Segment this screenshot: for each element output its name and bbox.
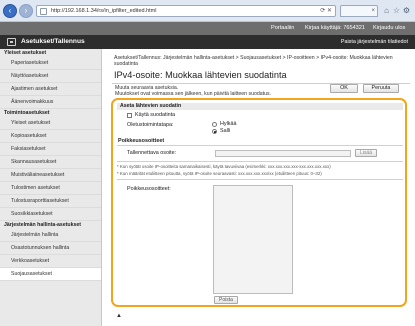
instructions: Muuta seuraavia asetuksia. Muutokset ova… xyxy=(115,85,271,98)
settings-icon xyxy=(7,38,16,46)
portal-link[interactable]: Portaaliin xyxy=(271,25,294,31)
sidebar-item-timer[interactable]: Ajastimen asetukset xyxy=(0,83,101,96)
sidebar-item-report[interactable]: Tulostusraporttiasetukset xyxy=(0,195,101,208)
sidebar-item-printer[interactable]: Tulostimen asetukset xyxy=(0,182,101,195)
allow-radio[interactable] xyxy=(212,129,217,134)
browser-toolbar: ‹ › http://192.168.1.34/rs/in_ipfilter_e… xyxy=(0,0,415,22)
divider xyxy=(117,161,403,162)
sidebar-item-network[interactable]: Verkkoasetukset xyxy=(0,255,101,268)
default-policy-label: Oletustoimintatapa: xyxy=(127,122,174,128)
delete-button[interactable]: Poista xyxy=(214,296,238,304)
sidebar-item-volume[interactable]: Äänenvoimakkuus xyxy=(0,96,101,109)
sidebar-section-general: Yleiset asetukset xyxy=(4,50,47,56)
panel-header: Aseta lähtevien suodatin xyxy=(117,103,403,110)
exception-address-list[interactable] xyxy=(213,185,293,294)
address-label: Tallennettava osoite: xyxy=(127,150,177,156)
enable-filter-label: Käytä suodatinta xyxy=(135,112,176,118)
exceptions-heading: Poikkeusosoitteet xyxy=(118,138,165,144)
refresh-icon[interactable]: ⟳ ✕ xyxy=(320,7,332,14)
cancel-button[interactable]: Peruuta xyxy=(363,84,399,93)
sidebar-item-security[interactable]: Suojausasetukset xyxy=(0,268,101,281)
sidebar-section-functions: Toimintoasetukset xyxy=(4,110,50,116)
logout-link[interactable]: Kirjaudu ulos xyxy=(373,25,405,31)
reject-radio[interactable] xyxy=(212,122,217,127)
sidebar-item-copy[interactable]: Kopioasetukset xyxy=(0,130,101,143)
sidebar-section-system: Järjestelmän hallinta-asetukset xyxy=(4,222,81,228)
breadcrumb: Asetukset/Tallennus: Järjestelmän hallin… xyxy=(114,55,393,68)
home-icon[interactable]: ⌂ xyxy=(382,6,391,15)
sidebar: Yleiset asetukset Paperiasetukset Näyttö… xyxy=(0,49,102,326)
app-header: Asetukset/Tallennus Paista järjestelmän … xyxy=(0,35,415,49)
sidebar-item-favorites[interactable]: Suosikkiasetukset xyxy=(0,208,101,221)
divider xyxy=(117,179,403,180)
sidebar-item-department-id[interactable]: Osastotunnuksen hallinta xyxy=(0,242,101,255)
logged-user-text: Kirjaa käyttäjä: 7654321 xyxy=(305,25,366,31)
sidebar-item-display[interactable]: Näyttöasetukset xyxy=(0,70,101,83)
star-icon[interactable]: ☆ xyxy=(392,6,401,15)
forward-arrow-icon[interactable]: › xyxy=(19,4,33,18)
browser-tab[interactable]: × xyxy=(340,5,378,17)
address-input[interactable] xyxy=(215,150,351,157)
filter-panel: Aseta lähtevien suodatin Käytä suodatint… xyxy=(111,98,407,307)
sidebar-item-common[interactable]: Yleiset asetukset xyxy=(0,117,101,130)
address-url[interactable]: http://192.168.1.34/rs/in_ipfilter_edite… xyxy=(51,8,156,14)
add-button[interactable]: Lisää xyxy=(355,149,377,157)
sidebar-item-scan[interactable]: Skannausasetukset xyxy=(0,156,101,169)
back-arrow-icon[interactable]: ‹ xyxy=(3,4,17,18)
address-bar[interactable]: http://192.168.1.34/rs/in_ipfilter_edite… xyxy=(36,5,336,17)
divider xyxy=(117,145,403,146)
reject-label: Hylkää xyxy=(220,121,237,127)
exception-list-label: Poikkeusosoitteet: xyxy=(127,186,171,192)
page-title: IPv4-osoite: Muokkaa lähtevien suodatint… xyxy=(114,70,287,80)
hint-range: * Kun syötät osoite IP-osoitteita samana… xyxy=(117,164,331,169)
close-tab-icon[interactable]: × xyxy=(371,8,375,14)
allow-label: Salli xyxy=(220,128,231,134)
app-title: Asetukset/Tallennus xyxy=(21,38,85,45)
gear-icon[interactable]: ⚙ xyxy=(402,6,411,15)
top-link-bar: Portaaliin Kirjaa käyttäjä: 7654321 Kirj… xyxy=(0,22,415,35)
sidebar-item-fax[interactable]: Faksiasetukset xyxy=(0,143,101,156)
status-monitor-link[interactable]: Paista järjestelmän tilatiedot xyxy=(341,39,408,45)
page-icon xyxy=(40,8,47,15)
back-to-top-icon[interactable]: ▲ xyxy=(116,313,122,319)
instruction-line: Muutokset ovat voimassa sen jälkeen, kun… xyxy=(115,91,272,98)
ok-button[interactable]: OK xyxy=(330,84,358,93)
main-content: Asetukset/Tallennus: Järjestelmän hallin… xyxy=(102,49,415,326)
sidebar-item-paper[interactable]: Paperiasetukset xyxy=(0,57,101,70)
enable-filter-checkbox[interactable] xyxy=(127,113,132,118)
sidebar-item-system-management[interactable]: Järjestelmän hallinta xyxy=(0,229,101,242)
sidebar-item-media[interactable]: Muistiväliaineasetukset xyxy=(0,169,101,182)
hint-prefix: * Kun määrität etuliitteen pituutta, syö… xyxy=(117,171,322,176)
